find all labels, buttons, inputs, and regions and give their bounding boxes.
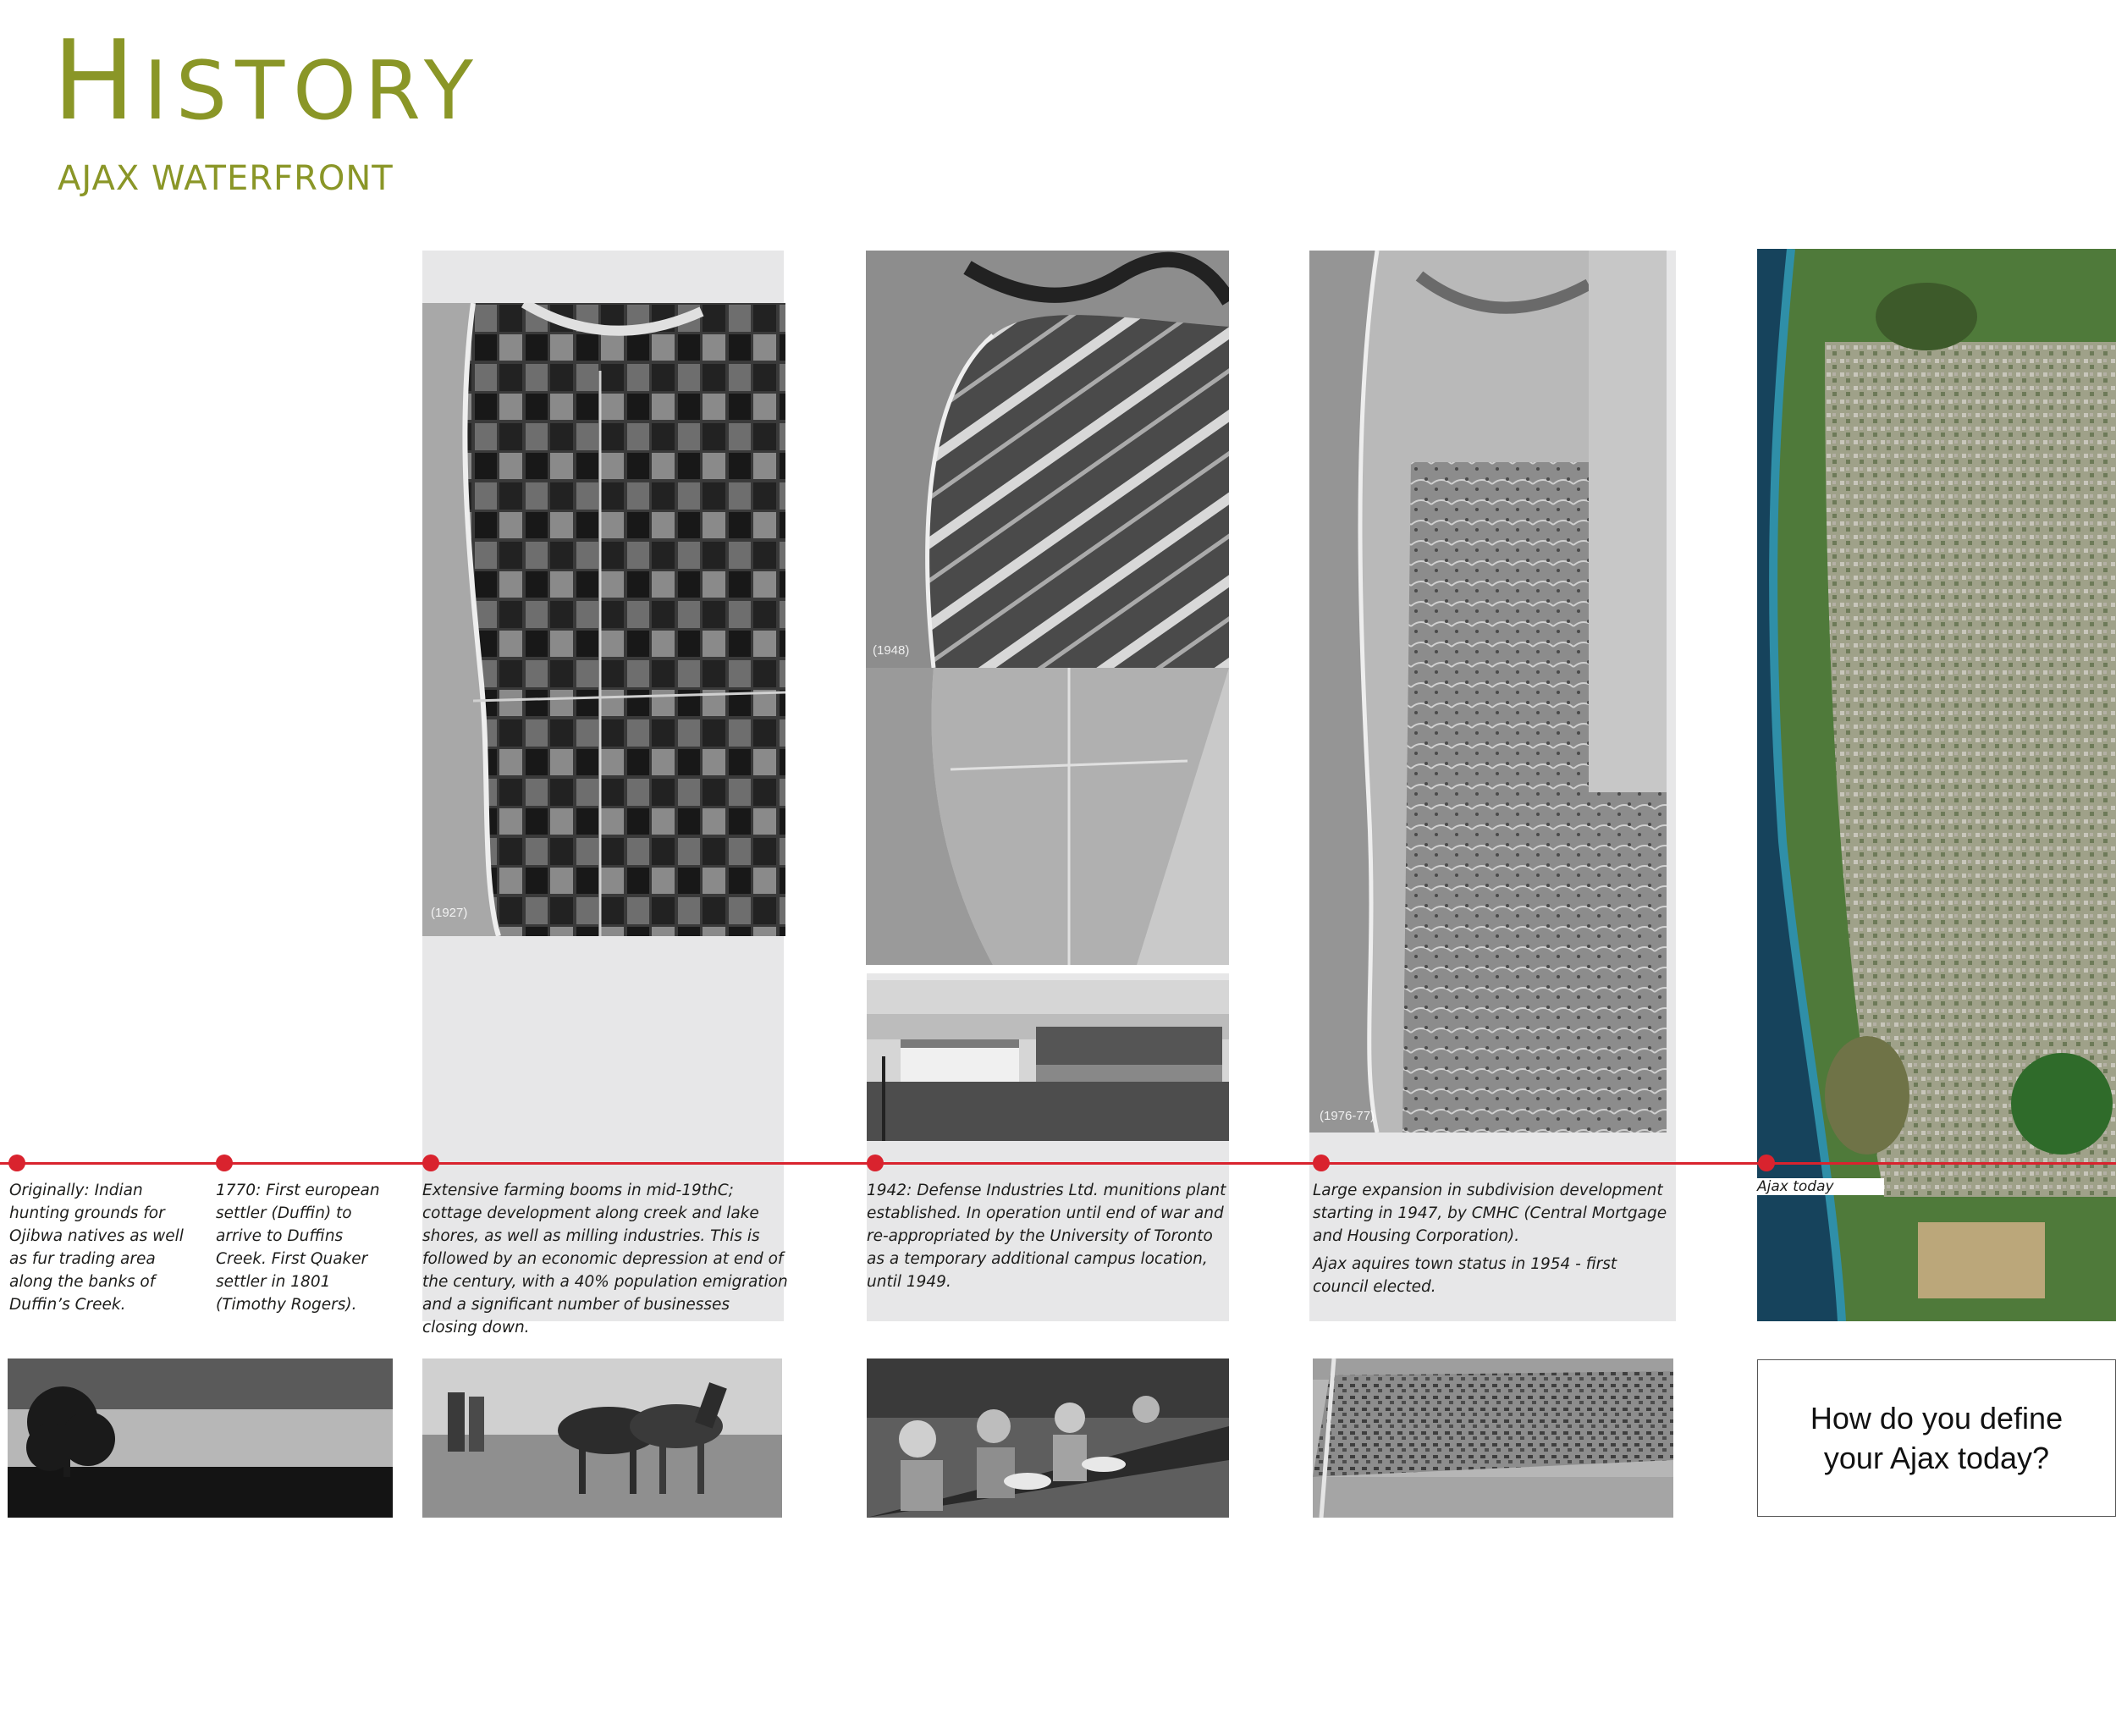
timeline-caption-today: Ajax today bbox=[1757, 1178, 1884, 1195]
caption-text: Ajax aquires town status in 1954 - first… bbox=[1313, 1255, 1617, 1296]
timeline-dot bbox=[8, 1155, 25, 1171]
timeline-dot bbox=[1313, 1155, 1330, 1171]
horses-plowing-photo bbox=[422, 1358, 782, 1518]
caption-text: Extensive farming booms in mid-19thC; co… bbox=[422, 1182, 788, 1336]
timeline-caption-1942: 1942: Defense Industries Ltd. munitions … bbox=[867, 1179, 1231, 1298]
timeline-dot bbox=[422, 1155, 439, 1171]
timeline-dot bbox=[867, 1155, 884, 1171]
timeline-caption-1770: 1770: First european settler (Duffin) to… bbox=[216, 1179, 385, 1321]
timeline-caption-farming: Extensive farming booms in mid-19thC; co… bbox=[422, 1179, 788, 1344]
photo-year-label: (1948) bbox=[873, 643, 910, 658]
caption-text: Large expansion in subdivision developme… bbox=[1313, 1182, 1667, 1245]
caption-text: 1770: First european settler (Duffin) to… bbox=[216, 1182, 380, 1314]
caption-text: Originally: Indian hunting grounds for O… bbox=[9, 1182, 184, 1314]
title-initial: H bbox=[52, 16, 144, 145]
photo-year-label: (1927) bbox=[431, 906, 468, 920]
photo-year-label: (1976-77) bbox=[1320, 1109, 1375, 1123]
munitions-plant-photo bbox=[867, 980, 1229, 1141]
satellite-photo-today bbox=[1757, 249, 2116, 1321]
caption-text: 1942: Defense Industries Ltd. munitions … bbox=[867, 1182, 1226, 1291]
title-rest: ISTORY bbox=[143, 45, 482, 138]
timeline-caption-original: Originally: Indian hunting grounds for O… bbox=[9, 1179, 191, 1321]
aerial-photo-1976-77: (1976-77) bbox=[1309, 251, 1667, 1133]
timeline-line bbox=[0, 1162, 2116, 1165]
timeline-caption-1947: Large expansion in subdivision developme… bbox=[1313, 1179, 1672, 1303]
page-title: HISTORY bbox=[52, 25, 482, 135]
page-subtitle: AJAX WATERFRONT bbox=[58, 159, 394, 198]
aerial-photo-1927: (1927) bbox=[422, 303, 785, 936]
timeline-dot bbox=[216, 1155, 233, 1171]
munitions-workers-photo bbox=[867, 1358, 1229, 1518]
aerial-photo-1942 bbox=[866, 668, 1229, 965]
question-text: How do you define your Ajax today? bbox=[1810, 1401, 2064, 1475]
aerial-photo-1948: (1948) bbox=[866, 251, 1229, 668]
landscape-tree-photo bbox=[8, 1358, 393, 1518]
timeline-dot bbox=[1758, 1155, 1775, 1171]
question-box: How do you define your Ajax today? bbox=[1757, 1359, 2116, 1517]
subdivision-aerial-photo bbox=[1313, 1358, 1673, 1518]
